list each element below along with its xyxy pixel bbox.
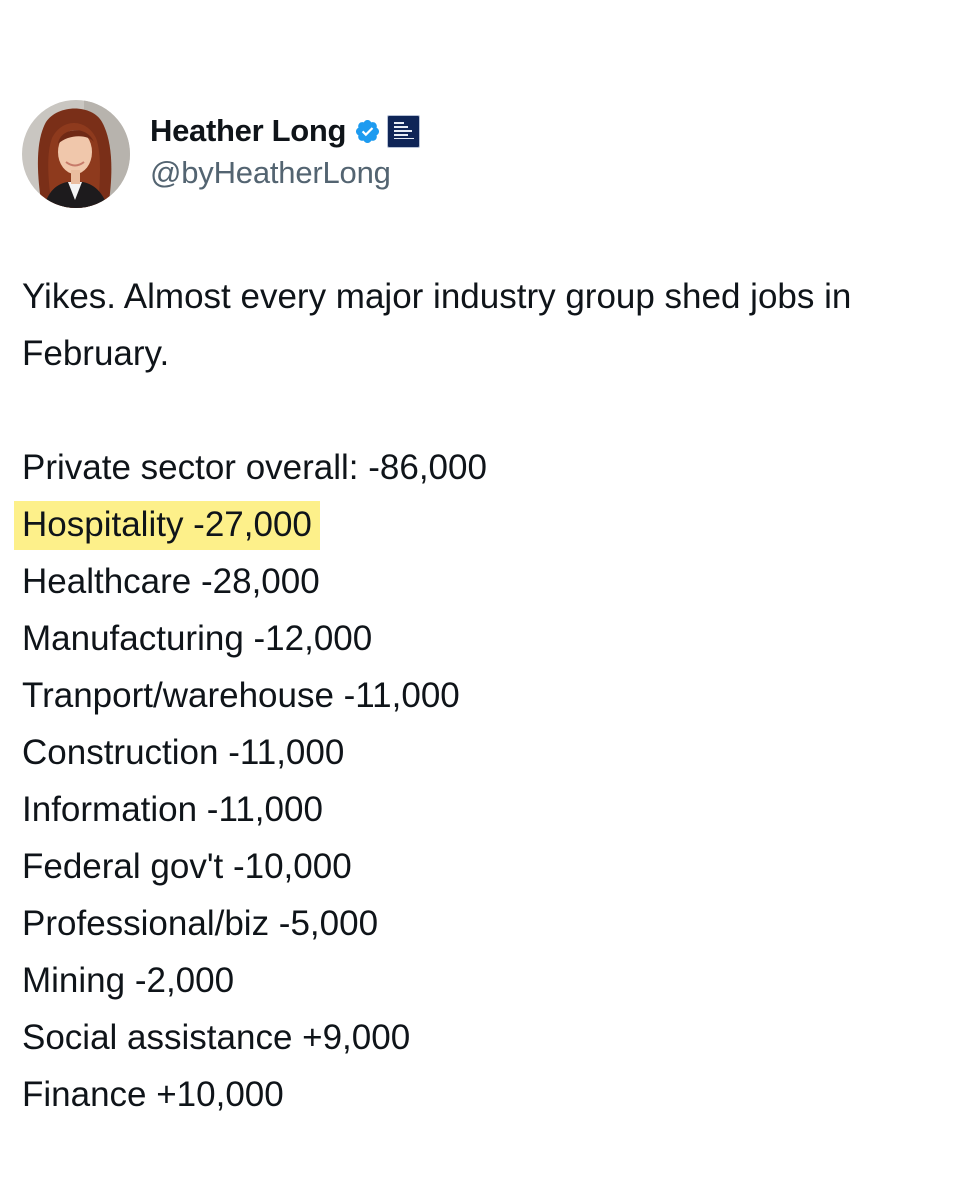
stat-line: Tranport/warehouse -11,000 [22, 667, 922, 724]
stat-line: Construction -11,000 [22, 724, 922, 781]
stat-line: Professional/biz -5,000 [22, 895, 922, 952]
stat-line: Private sector overall: -86,000 [22, 439, 922, 496]
stat-line-text: Manufacturing -12,000 [22, 619, 373, 658]
stat-line: Social assistance +9,000 [22, 1009, 922, 1066]
stat-line-text: Social assistance +9,000 [22, 1018, 411, 1057]
verified-badge-icon[interactable] [354, 118, 381, 145]
stat-line-text: Professional/biz -5,000 [22, 904, 379, 943]
stat-line-text: Tranport/warehouse -11,000 [22, 676, 460, 715]
stat-line-text: Information -11,000 [22, 790, 323, 829]
stat-line-text: Healthcare -28,000 [22, 562, 320, 601]
stat-line-text: Mining -2,000 [22, 961, 235, 1000]
stat-line-text: Federal gov't -10,000 [22, 847, 352, 886]
name-row: Heather Long [150, 109, 421, 153]
tweet-text: Yikes. Almost every major industry group… [14, 268, 922, 1123]
industry-job-changes-list: Private sector overall: -86,000 Hospitali… [14, 439, 922, 1123]
stat-line: Finance +10,000 [22, 1066, 922, 1123]
newspaper-affiliate-icon[interactable] [387, 114, 421, 148]
tweet-intro: Yikes. Almost every major industry group… [22, 277, 852, 373]
stat-line: Mining -2,000 [22, 952, 922, 1009]
tweet-header: Heather Long @byHeatherLong [22, 99, 421, 209]
author-identity: Heather Long @byHeatherLong [150, 109, 421, 191]
stat-line-text: Construction -11,000 [22, 733, 345, 772]
tweet-card: Heather Long @byHeatherLong Yikes. Almos… [0, 0, 960, 1200]
stat-line: Healthcare -28,000 [22, 553, 922, 610]
stat-line: Manufacturing -12,000 [22, 610, 922, 667]
stat-line: Information -11,000 [22, 781, 922, 838]
stat-line: Federal gov't -10,000 [22, 838, 922, 895]
display-name[interactable]: Heather Long [150, 113, 347, 149]
stat-line-text: Finance +10,000 [22, 1075, 284, 1114]
avatar[interactable] [22, 100, 130, 208]
stat-line-text: Private sector overall: -86,000 [22, 448, 487, 487]
avatar-photo [22, 100, 130, 208]
user-handle[interactable]: @byHeatherLong [150, 155, 420, 191]
highlighted-stat-line: Hospitality -27,000 [14, 496, 922, 553]
stat-line-text: Hospitality -27,000 [14, 501, 320, 550]
